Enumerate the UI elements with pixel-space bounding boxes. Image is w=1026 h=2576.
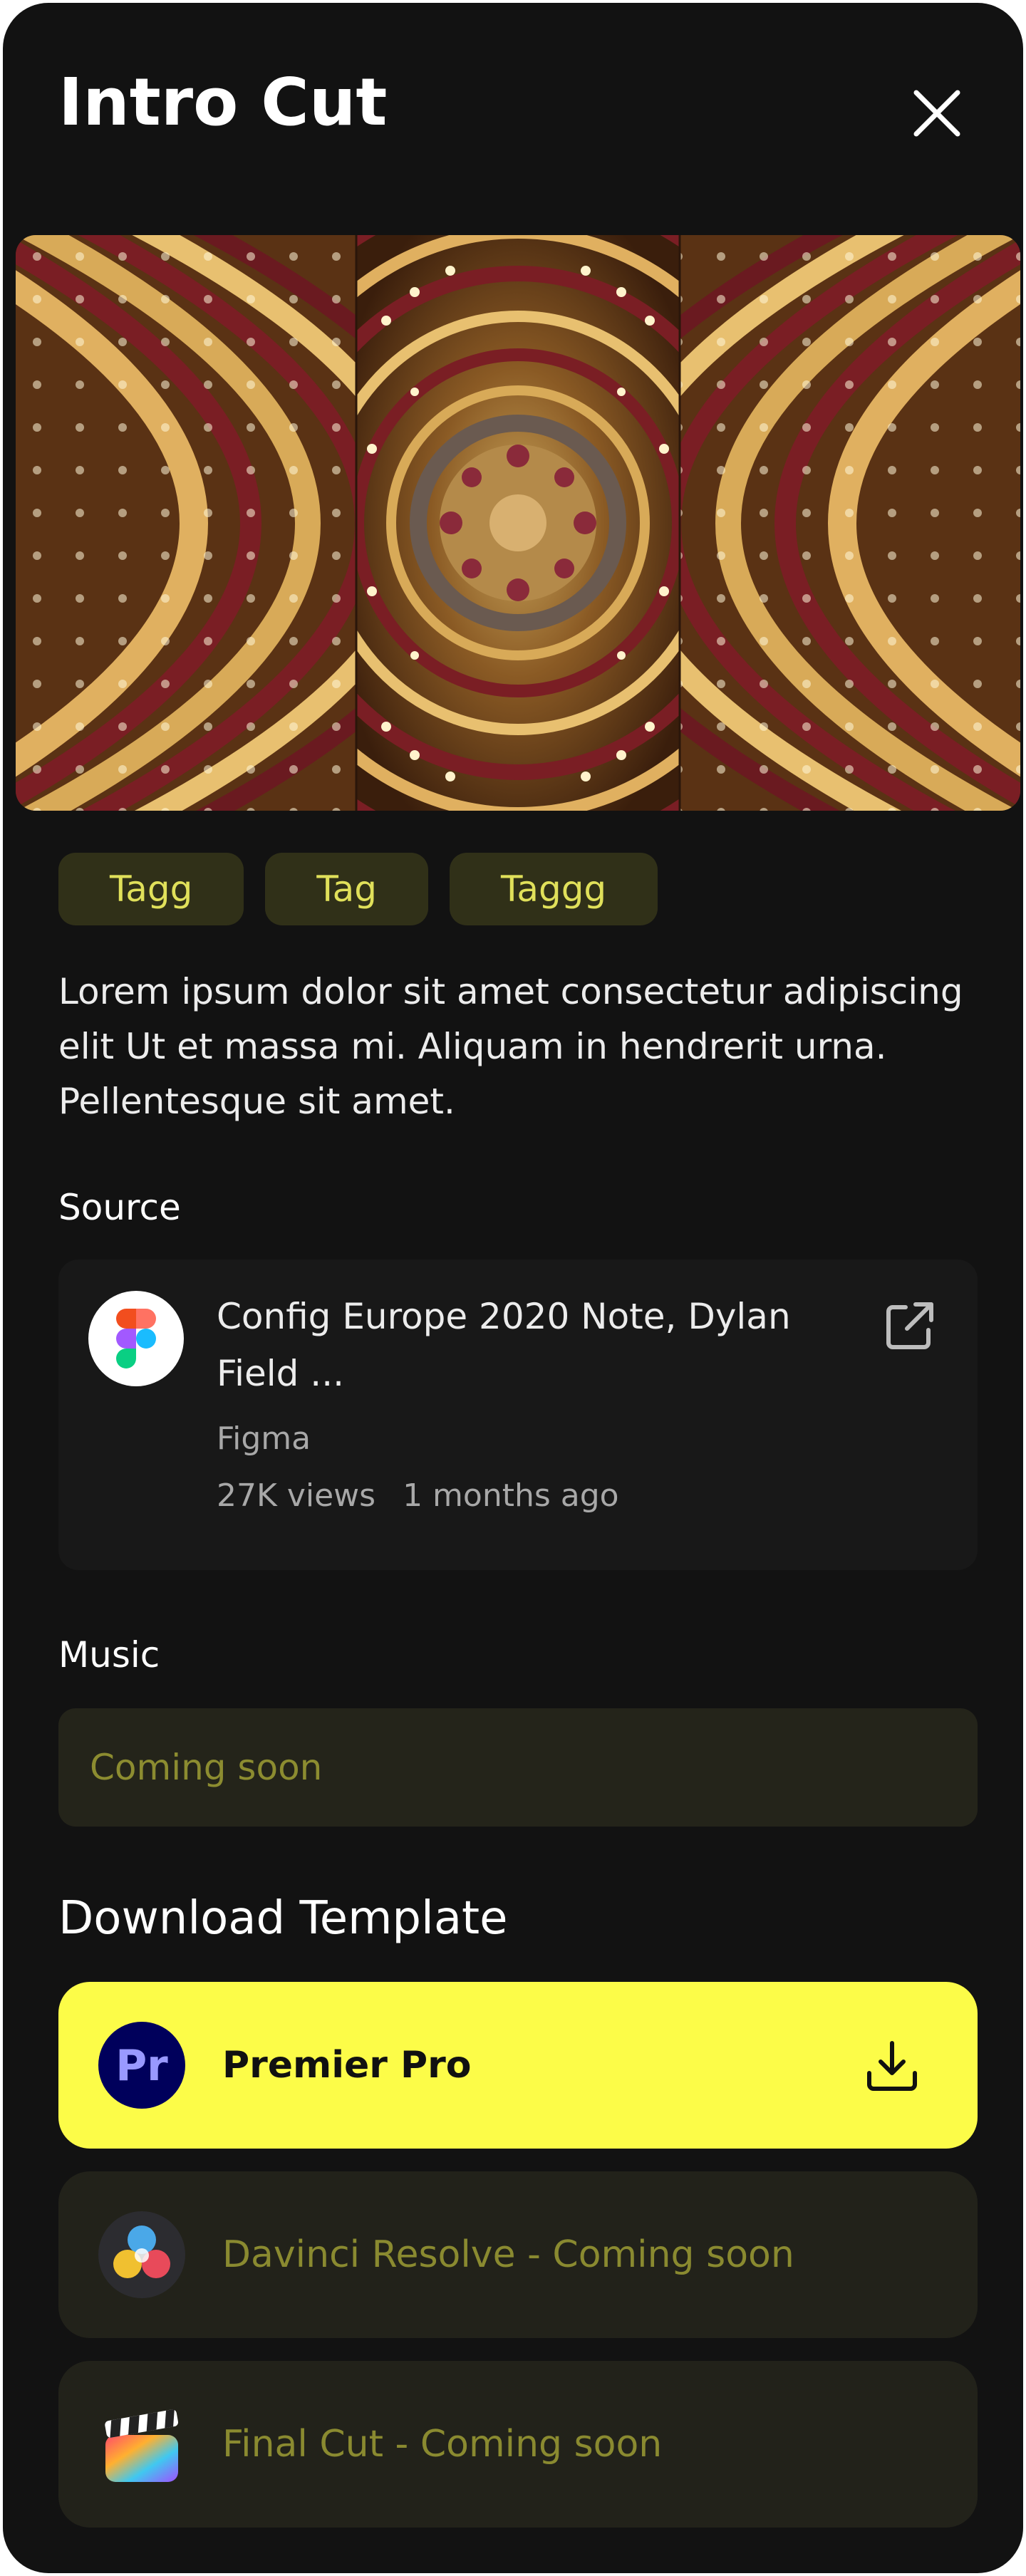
davinci-resolve-label: Davinci Resolve - Coming soon: [222, 2233, 794, 2276]
tag-chip[interactable]: Tagg: [58, 853, 244, 925]
figma-icon: [88, 1291, 184, 1386]
download-icon: [856, 2030, 928, 2102]
tag-list: Tagg Tag Taggg: [58, 853, 658, 925]
external-link-icon: [886, 1302, 933, 1349]
final-cut-download-button[interactable]: Final Cut - Coming soon: [58, 2361, 978, 2528]
download-template-title: Download Template: [58, 1892, 508, 1945]
tag-chip[interactable]: Taggg: [450, 853, 658, 925]
close-icon: [913, 90, 960, 137]
page-title: Intro Cut: [58, 64, 388, 140]
final-cut-label: Final Cut - Coming soon: [222, 2423, 663, 2466]
close-button[interactable]: [905, 81, 969, 145]
davinci-resolve-icon: [98, 2211, 185, 2298]
source-label: Source: [58, 1187, 181, 1228]
source-channel: Figma: [217, 1421, 311, 1457]
premiere-pro-download-button[interactable]: Pr Premier Pro: [58, 1982, 978, 2149]
hero-image: [16, 235, 1020, 811]
source-card[interactable]: Config Europe 2020 Note, Dylan Field ...…: [58, 1260, 978, 1570]
description-text: Lorem ipsum dolor sit amet consectetur a…: [58, 971, 963, 1122]
svg-text:Pr: Pr: [115, 2041, 168, 2091]
tag-chip[interactable]: Tag: [265, 853, 429, 925]
premiere-pro-label: Premier Pro: [222, 2044, 472, 2087]
source-title[interactable]: Config Europe 2020 Note, Dylan Field ...: [217, 1288, 872, 1402]
premiere-pro-icon: Pr: [98, 2022, 185, 2109]
final-cut-icon: [105, 2409, 179, 2482]
davinci-resolve-download-button[interactable]: Davinci Resolve - Coming soon: [58, 2171, 978, 2338]
source-views: 27K views: [217, 1477, 376, 1514]
source-age: 1 months ago: [403, 1477, 619, 1514]
music-label: Music: [58, 1634, 160, 1676]
external-link-button[interactable]: [878, 1294, 942, 1358]
source-meta: 27K views 1 months ago: [217, 1477, 619, 1514]
music-field: Coming soon: [58, 1708, 978, 1827]
intro-cut-panel: Intro Cut Tagg Tag Taggg Lorem ipsum dol…: [3, 3, 1023, 2573]
